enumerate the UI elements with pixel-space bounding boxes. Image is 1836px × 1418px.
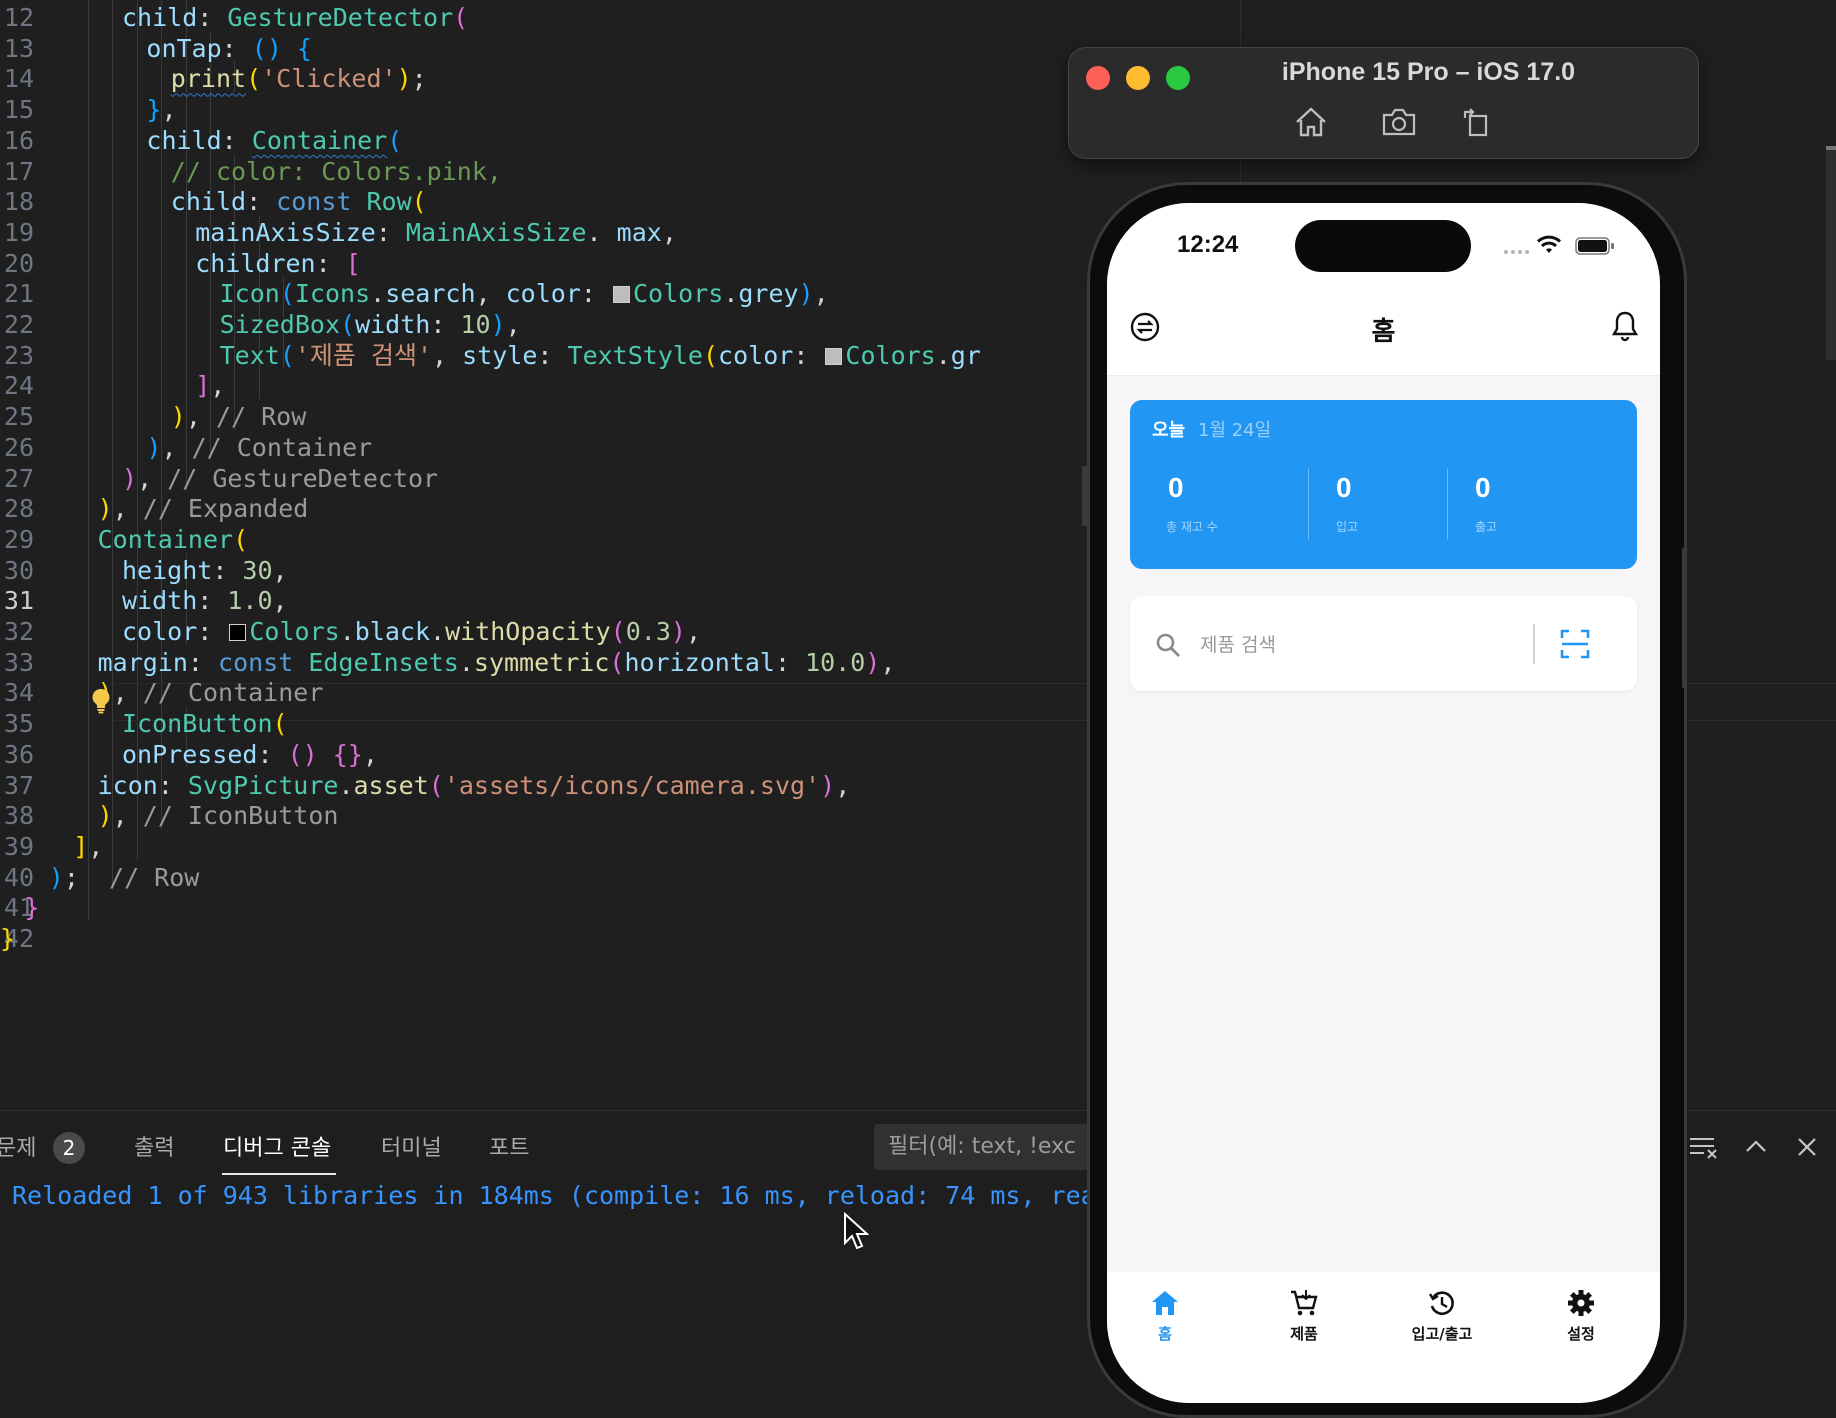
tab-problems[interactable]: 문제 [0, 1132, 36, 1166]
bell-icon[interactable] [1611, 310, 1639, 342]
rotate-device-icon[interactable] [1461, 106, 1493, 138]
today-summary-card: 오늘 1월 24일 0 총 재고 수 0 입고 0 출고 [1130, 400, 1637, 569]
stat-divider [1447, 468, 1448, 540]
product-search-bar[interactable]: 제품 검색 [1130, 596, 1637, 691]
total-stock-label: 총 재고 수 [1166, 520, 1218, 534]
simulator-toolbar: iPhone 15 Pro – iOS 17.0 [1068, 47, 1699, 159]
search-divider [1533, 624, 1535, 664]
today-label: 오늘 [1152, 420, 1186, 441]
total-stock-value: 0 [1168, 472, 1184, 503]
problems-count-badge: 2 [53, 1132, 85, 1164]
scrollbar-marker [1826, 146, 1836, 150]
home-icon [1152, 1291, 1178, 1315]
close-panel-icon[interactable] [1794, 1134, 1820, 1160]
console-filter-input[interactable]: 필터(예: text, !exc [874, 1124, 1098, 1170]
cellular-signal-icon [1504, 250, 1529, 254]
barcode-scan-icon[interactable] [1560, 629, 1590, 659]
search-icon [1156, 633, 1180, 657]
simulator-title: iPhone 15 Pro – iOS 17.0 [1281, 58, 1576, 86]
inbound-value: 0 [1336, 472, 1352, 503]
outbound-label: 출고 [1475, 520, 1498, 534]
nav-label: 홈 [1158, 1325, 1172, 1343]
nav-item-settings[interactable]: 설정 [1531, 1289, 1631, 1344]
search-placeholder: 제품 검색 [1200, 634, 1276, 656]
color-swatch[interactable] [825, 347, 843, 365]
screenshot-camera-icon[interactable] [1381, 106, 1417, 138]
clear-console-icon[interactable] [1688, 1134, 1720, 1160]
gear-icon [1568, 1290, 1594, 1316]
nav-label: 설정 [1567, 1325, 1595, 1343]
phone-screen: 12:24 홈 오늘 1월 24일 0 총 재고 수 0 입고 0 출고 제품 … [1107, 203, 1660, 1403]
console-output-line: Reloaded 1 of 943 libraries in 184ms (co… [12, 1181, 1141, 1210]
phone-power-button [1682, 548, 1687, 688]
code-text: } [0, 924, 16, 953]
phone-side-button [1082, 466, 1087, 526]
tab-debug-console[interactable]: 디버그 콘솔 [223, 1132, 331, 1166]
color-swatch[interactable] [229, 624, 247, 641]
nav-item-home[interactable]: 홈 [1115, 1289, 1215, 1344]
nav-label: 입고/출고 [1411, 1325, 1473, 1343]
maximize-panel-icon[interactable] [1743, 1134, 1769, 1160]
home-button-icon[interactable] [1294, 106, 1328, 138]
cart-icon [1291, 1290, 1318, 1316]
tab-ports[interactable]: 포트 [489, 1132, 529, 1166]
battery-icon [1575, 237, 1614, 255]
mouse-cursor-icon [844, 1212, 869, 1250]
lightbulb-icon[interactable] [91, 688, 111, 714]
nav-item-products[interactable]: 제품 [1254, 1289, 1354, 1344]
tab-output[interactable]: 출력 [134, 1132, 174, 1166]
inbound-label: 입고 [1336, 520, 1359, 534]
stat-divider [1308, 468, 1309, 540]
dynamic-island [1295, 220, 1471, 272]
bottom-navigation: 홈 제품 입고/출고 설정 [1107, 1272, 1660, 1403]
active-tab-indicator [222, 1173, 336, 1175]
status-time: 12:24 [1177, 231, 1239, 258]
editor-scrollbar[interactable] [1826, 150, 1836, 360]
wifi-icon [1536, 235, 1562, 253]
outbound-value: 0 [1475, 472, 1491, 503]
today-date: 1월 24일 [1198, 420, 1272, 441]
nav-label: 제품 [1290, 1325, 1318, 1343]
history-icon [1428, 1291, 1454, 1315]
tab-terminal[interactable]: 터미널 [381, 1132, 442, 1166]
color-swatch[interactable] [613, 286, 630, 304]
nav-item-inbound-outbound[interactable]: 입고/출고 [1392, 1289, 1492, 1344]
page-title: 홈 [1371, 317, 1396, 347]
